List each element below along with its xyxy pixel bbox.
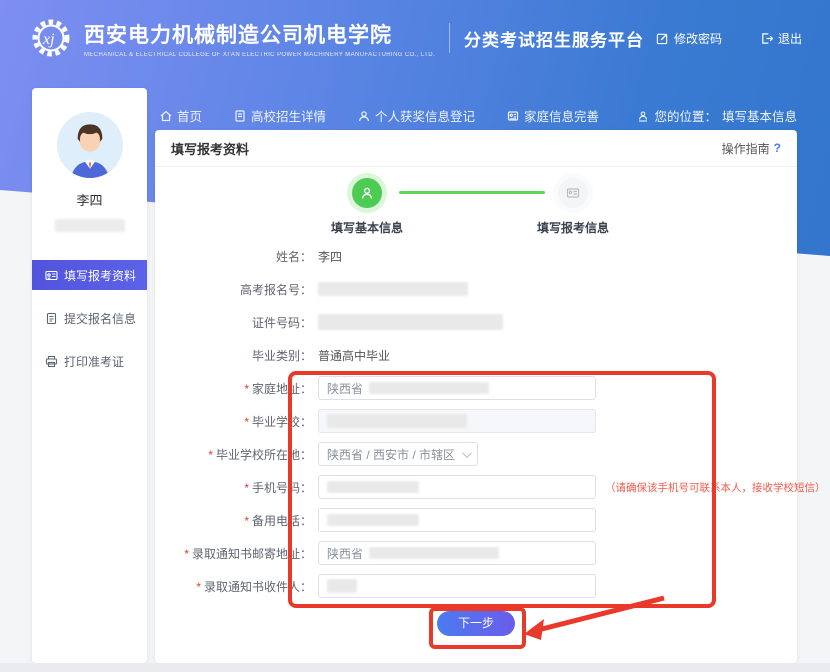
sidebar-item-print-ticket[interactable]: 打印准考证 bbox=[32, 346, 147, 376]
sidebar-item-fill-application[interactable]: 填写报考资料 bbox=[32, 260, 147, 290]
masked-value bbox=[327, 414, 467, 428]
field-mobile-phone: *手机号码： （请确保该手机号可联系本人，接收学校短信） bbox=[155, 475, 797, 499]
masked-value bbox=[369, 547, 499, 559]
school-name: 西安电力机械制造公司机电学院 bbox=[84, 19, 435, 49]
user-icon bbox=[360, 186, 374, 200]
sidebar-item-label: 打印准考证 bbox=[64, 353, 124, 370]
chevron-down-icon bbox=[462, 448, 472, 458]
svg-text:xj: xj bbox=[42, 31, 55, 48]
idcard-icon bbox=[566, 186, 580, 200]
field-id-number: 证件号码： bbox=[155, 310, 797, 334]
user-id-masked bbox=[55, 219, 125, 232]
step-indicator: 填写基本信息 填写报考信息 bbox=[155, 167, 797, 245]
document-icon bbox=[234, 110, 246, 122]
field-recipient: *录取通知书收件人： bbox=[155, 574, 797, 598]
app-header: xj 西安电力机械制造公司机电学院 MECHANICAL & ELECTRICA… bbox=[0, 0, 830, 76]
nav-item-college-details[interactable]: 高校招生详情 bbox=[234, 106, 326, 125]
edit-icon bbox=[656, 32, 669, 45]
main-panel: 填写报考资料 操作指南 ? 填写基本信息 填写报考信息 姓名： 李四 高考报名号… bbox=[155, 130, 797, 663]
sidebar-item-label: 提交报名信息 bbox=[64, 310, 136, 327]
nav-item-label: 高校招生详情 bbox=[251, 106, 326, 125]
nav-item-family-info[interactable]: 家庭信息完善 bbox=[507, 106, 599, 125]
location-current: 填写基本信息 bbox=[722, 106, 797, 125]
mailing-address-input[interactable]: 陕西省 bbox=[318, 541, 596, 565]
backup-phone-input[interactable] bbox=[318, 508, 596, 532]
step-label-basic: 填写基本信息 bbox=[297, 219, 437, 236]
sidebar-item-submit-info[interactable]: 提交报名信息 bbox=[32, 303, 147, 333]
field-graduation-school: *毕业学校： bbox=[155, 409, 797, 433]
home-icon bbox=[160, 110, 172, 122]
field-backup-phone: *备用电话： bbox=[155, 508, 797, 532]
field-home-address: *家庭地址： 陕西省 bbox=[155, 376, 797, 400]
nav-item-awards[interactable]: 个人获奖信息登记 bbox=[358, 106, 475, 125]
school-name-en: MECHANICAL & ELECTRICAL COLLEGE OF XI'AN… bbox=[84, 52, 435, 58]
next-step-button[interactable]: 下一步 bbox=[437, 611, 515, 636]
field-gaokao-number: 高考报名号： bbox=[155, 277, 797, 301]
masked-value bbox=[327, 481, 419, 493]
printer-icon bbox=[45, 355, 58, 368]
nav-item-label: 个人获奖信息登记 bbox=[375, 106, 475, 125]
step-basic-info-circle bbox=[352, 178, 382, 208]
horizontal-scrollbar[interactable] bbox=[0, 663, 830, 672]
phone-hint: （请确保该手机号可联系本人，接收学校短信） bbox=[605, 480, 826, 495]
sidebar: 李四 填写报考资料 提交报名信息 打印准考证 bbox=[32, 88, 147, 663]
logout-icon bbox=[760, 32, 773, 45]
question-icon: ? bbox=[774, 141, 781, 155]
step-connector bbox=[399, 191, 545, 194]
masked-value bbox=[327, 579, 357, 593]
nav-item-label: 首页 bbox=[177, 106, 202, 125]
graduation-school-input[interactable] bbox=[318, 409, 596, 433]
logout-button[interactable]: 退出 bbox=[760, 30, 802, 47]
step-label-exam: 填写报考信息 bbox=[503, 219, 643, 236]
user-name: 李四 bbox=[32, 190, 147, 209]
field-graduation-type: 毕业类别： 普通高中毕业 bbox=[155, 343, 797, 367]
logout-label: 退出 bbox=[778, 30, 802, 47]
field-mailing-address: *录取通知书邮寄地址： 陕西省 bbox=[155, 541, 797, 565]
nav-item-label: 家庭信息完善 bbox=[524, 106, 599, 125]
breadcrumb-location: 您的位置： 填写基本信息 bbox=[637, 106, 797, 125]
person-icon bbox=[358, 110, 370, 122]
sidebar-menu: 填写报考资料 提交报名信息 打印准考证 bbox=[32, 260, 147, 376]
basic-info-form: 姓名： 李四 高考报名号： 证件号码： 毕业类别： 普通高中毕业 *家庭地址： … bbox=[155, 244, 797, 636]
field-name: 姓名： 李四 bbox=[155, 244, 797, 268]
school-title-block: 西安电力机械制造公司机电学院 MECHANICAL & ELECTRICAL C… bbox=[84, 19, 435, 58]
home-address-input[interactable]: 陕西省 bbox=[318, 376, 596, 400]
name-value: 李四 bbox=[318, 248, 342, 265]
guide-label: 操作指南 bbox=[722, 140, 770, 157]
location-user-icon bbox=[637, 110, 649, 122]
avatar bbox=[57, 112, 123, 178]
nav-item-home[interactable]: 首页 bbox=[160, 106, 202, 125]
platform-title: 分类考试招生服务平台 bbox=[464, 26, 644, 51]
title-divider bbox=[449, 23, 450, 53]
sidebar-item-label: 填写报考资料 bbox=[64, 267, 136, 284]
masked-value bbox=[327, 514, 419, 526]
main-nav: 首页 高校招生详情 个人获奖信息登记 家庭信息完善 bbox=[160, 106, 599, 125]
id-badge-icon bbox=[507, 110, 519, 122]
change-password-label: 修改密码 bbox=[674, 30, 722, 47]
panel-title: 填写报考资料 bbox=[171, 139, 249, 158]
masked-value bbox=[369, 382, 489, 394]
recipient-input[interactable] bbox=[318, 574, 596, 598]
school-gear-logo-icon: xj bbox=[28, 15, 74, 61]
masked-value bbox=[318, 314, 503, 330]
change-password-button[interactable]: 修改密码 bbox=[656, 30, 722, 47]
idcard-icon bbox=[45, 269, 58, 282]
school-location-select[interactable]: 陕西省 / 西安市 / 市辖区 bbox=[318, 442, 478, 466]
graduation-type-value: 普通高中毕业 bbox=[318, 347, 390, 364]
location-prefix: 您的位置： bbox=[654, 106, 717, 125]
form-icon bbox=[45, 312, 58, 325]
field-school-location: *毕业学校所在地： 陕西省 / 西安市 / 市辖区 bbox=[155, 442, 797, 466]
masked-value bbox=[318, 282, 468, 296]
step-exam-info-circle bbox=[558, 178, 588, 208]
operation-guide-link[interactable]: 操作指南 ? bbox=[722, 140, 781, 157]
mobile-phone-input[interactable] bbox=[318, 475, 596, 499]
